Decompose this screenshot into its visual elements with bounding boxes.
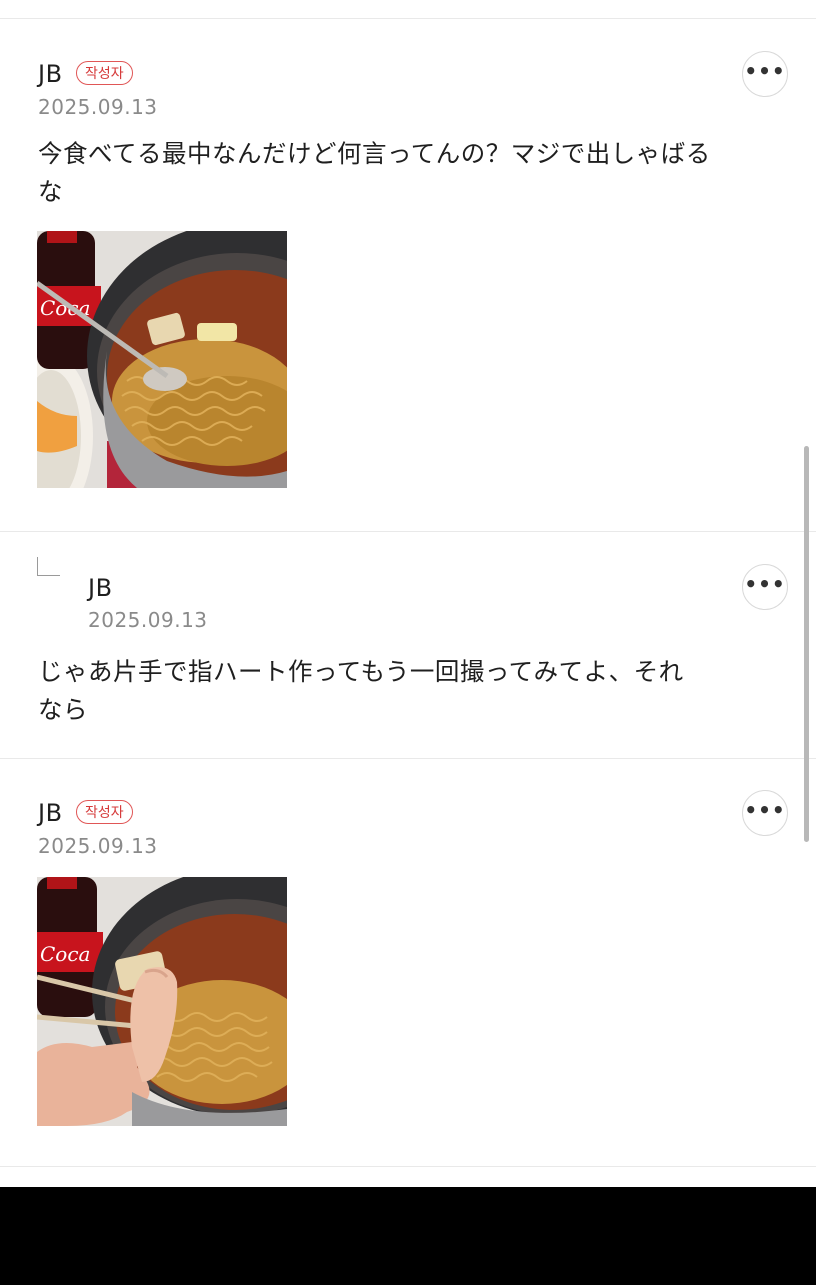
comment-thread: JB 작성자 2025.09.13 ••• 今食べてる最中なんだけど何言ってんの… [0, 0, 816, 1187]
scrollbar[interactable] [804, 446, 809, 842]
ramen-finger-heart-image: Coca [37, 877, 287, 1126]
author-badge: 작성자 [76, 61, 133, 85]
divider [0, 18, 816, 19]
more-options-button[interactable]: ••• [742, 564, 788, 610]
more-options-button[interactable]: ••• [742, 790, 788, 836]
divider [0, 1166, 816, 1167]
more-horizontal-icon: ••• [744, 798, 786, 822]
ramen-pot-photo[interactable]: Coca [37, 231, 287, 488]
more-options-button[interactable]: ••• [742, 51, 788, 97]
ramen-pot-image: Coca [37, 231, 287, 488]
reply-arrow-icon [37, 557, 60, 576]
comment-author[interactable]: JB [38, 799, 63, 827]
more-horizontal-icon: ••• [744, 59, 786, 83]
svg-text:Coca: Coca [40, 942, 90, 966]
divider [0, 758, 816, 759]
reply-date: 2025.09.13 [88, 608, 208, 632]
comment-author[interactable]: JB [38, 60, 63, 88]
bottom-bar [0, 1187, 816, 1285]
more-horizontal-icon: ••• [744, 572, 786, 596]
comment-text: 今食べてる最中なんだけど何言ってんの？マジで出しゃばる な [38, 139, 711, 206]
comment-date: 2025.09.13 [38, 95, 158, 119]
reply-text: じゃあ片手で指ハート作ってもう一回撮ってみてよ、それ なら [38, 657, 684, 724]
reply-author[interactable]: JB [88, 574, 113, 602]
ramen-finger-heart-photo[interactable]: Coca [37, 877, 287, 1126]
divider [0, 531, 816, 532]
comment-date: 2025.09.13 [38, 834, 158, 858]
author-badge: 작성자 [76, 800, 133, 824]
